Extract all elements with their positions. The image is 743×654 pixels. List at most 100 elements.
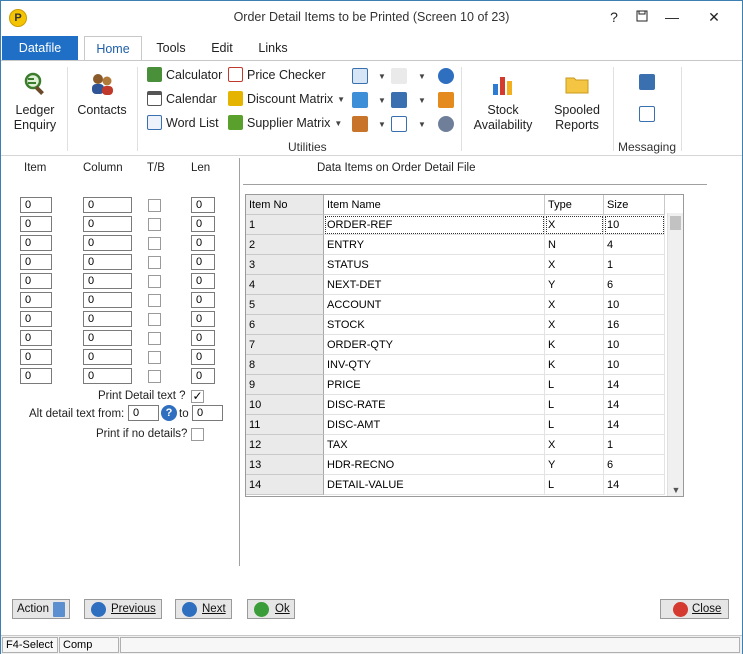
price-checker-button[interactable]: Price Checker (228, 65, 326, 85)
len-input[interactable]: 0 (191, 349, 215, 365)
action-button[interactable]: Action (12, 599, 70, 619)
column-input[interactable]: 0 (83, 368, 132, 384)
table-row[interactable]: 13 HDR-RECNO Y 6 (246, 455, 666, 475)
item-input[interactable]: 0 (20, 292, 52, 308)
grid-cell-item-name[interactable]: ACCOUNT (324, 295, 545, 315)
table-row[interactable]: 14 DETAIL-VALUE L 14 (246, 475, 666, 495)
grid-cell-item-no[interactable]: 10 (246, 395, 324, 415)
grid-cell-type[interactable]: X (545, 215, 604, 235)
tab-datafile[interactable]: Datafile (2, 36, 78, 60)
table-row[interactable]: 12 TAX X 1 (246, 435, 666, 455)
supplier-matrix-button[interactable]: Supplier Matrix ▼ (228, 113, 342, 133)
grid-header-item-name[interactable]: Item Name (324, 195, 545, 215)
tb-checkbox[interactable] (148, 351, 161, 364)
item-input[interactable]: 0 (20, 216, 52, 232)
scrollbar-thumb[interactable] (670, 216, 681, 230)
window-list-icon[interactable] (391, 92, 407, 108)
grid-cell-size[interactable]: 10 (604, 295, 665, 315)
spooled-reports-button[interactable]: Spooled Reports (547, 71, 607, 133)
grid-cell-item-no[interactable]: 3 (246, 255, 324, 275)
calendar-button[interactable]: Calendar (147, 89, 217, 109)
grid-cell-type[interactable]: X (545, 255, 604, 275)
tab-home[interactable]: Home (84, 36, 142, 61)
grid-cell-item-name[interactable]: PRICE (324, 375, 545, 395)
item-input[interactable]: 0 (20, 349, 52, 365)
at-sign-icon[interactable] (438, 92, 454, 108)
table-row[interactable]: 7 ORDER-QTY K 10 (246, 335, 666, 355)
tb-checkbox[interactable] (148, 275, 161, 288)
item-input[interactable]: 0 (20, 197, 52, 213)
grid-cell-item-name[interactable]: ENTRY (324, 235, 545, 255)
help-icon[interactable]: ? (161, 405, 177, 421)
table-row[interactable]: 11 DISC-AMT L 14 (246, 415, 666, 435)
scroll-down-icon[interactable]: ▼ (668, 485, 683, 495)
table-row[interactable]: 5 ACCOUNT X 10 (246, 295, 666, 315)
grid-cell-size[interactable]: 6 (604, 455, 665, 475)
books-icon[interactable] (352, 116, 368, 132)
grid-cell-item-no[interactable]: 7 (246, 335, 324, 355)
grid-cell-size[interactable]: 14 (604, 375, 665, 395)
eraser-icon[interactable] (391, 68, 407, 84)
tab-tools[interactable]: Tools (146, 36, 196, 60)
contacts-button[interactable]: Contacts (73, 71, 131, 118)
help-button[interactable]: ? (599, 5, 629, 29)
column-input[interactable]: 0 (83, 235, 132, 251)
grid-cell-type[interactable]: K (545, 335, 604, 355)
restore-button[interactable] (627, 5, 657, 29)
stock-availability-button[interactable]: Stock Availability (469, 71, 537, 133)
grid-cell-item-no[interactable]: 4 (246, 275, 324, 295)
grid-cell-size[interactable]: 14 (604, 475, 665, 495)
table-row[interactable]: 6 STOCK X 16 (246, 315, 666, 335)
word-list-button[interactable]: Word List (147, 113, 219, 133)
grid-cell-item-name[interactable]: NEXT-DET (324, 275, 545, 295)
len-input[interactable]: 0 (191, 216, 215, 232)
grid-header-item-no[interactable]: Item No (246, 195, 324, 215)
grid-cell-item-no[interactable]: 2 (246, 235, 324, 255)
send-message-icon[interactable] (639, 74, 655, 90)
column-input[interactable]: 0 (83, 349, 132, 365)
table-row[interactable]: 10 DISC-RATE L 14 (246, 395, 666, 415)
tb-checkbox[interactable] (148, 199, 161, 212)
grid-cell-item-no[interactable]: 1 (246, 215, 324, 235)
ok-button[interactable]: Ok (247, 599, 295, 619)
tb-checkbox[interactable] (148, 313, 161, 326)
grid-cell-size[interactable]: 10 (604, 355, 665, 375)
len-input[interactable]: 0 (191, 273, 215, 289)
column-input[interactable]: 0 (83, 216, 132, 232)
column-input[interactable]: 0 (83, 273, 132, 289)
grid-cell-type[interactable]: X (545, 435, 604, 455)
table-row[interactable]: 3 STATUS X 1 (246, 255, 666, 275)
grid-cell-item-no[interactable]: 9 (246, 375, 324, 395)
close-button[interactable]: Close (660, 599, 729, 619)
table-row[interactable]: 1 ORDER-REF X 10 (246, 215, 666, 235)
column-input[interactable]: 0 (83, 292, 132, 308)
alt-detail-to-input[interactable]: 0 (192, 405, 223, 421)
grid-cell-item-no[interactable]: 6 (246, 315, 324, 335)
grid-cell-item-name[interactable]: HDR-RECNO (324, 455, 545, 475)
len-input[interactable]: 0 (191, 292, 215, 308)
grid-cell-item-no[interactable]: 11 (246, 415, 324, 435)
grid-cell-size[interactable]: 10 (604, 215, 665, 235)
tb-checkbox[interactable] (148, 294, 161, 307)
len-input[interactable]: 0 (191, 330, 215, 346)
add-record-icon[interactable] (352, 92, 368, 108)
grid-cell-size[interactable]: 14 (604, 415, 665, 435)
data-items-grid[interactable]: Item No Item Name Type Size 1 ORDER-REF X 1… (245, 194, 684, 497)
item-input[interactable]: 0 (20, 273, 52, 289)
grid-cell-type[interactable]: L (545, 475, 604, 495)
column-input[interactable]: 0 (83, 254, 132, 270)
grid-cell-type[interactable]: Y (545, 455, 604, 475)
print-if-no-details-checkbox[interactable] (191, 428, 204, 441)
column-input[interactable]: 0 (83, 197, 132, 213)
table-row[interactable]: 9 PRICE L 14 (246, 375, 666, 395)
grid-cell-type[interactable]: X (545, 315, 604, 335)
grid-cell-item-name[interactable]: STOCK (324, 315, 545, 335)
alt-detail-from-input[interactable]: 0 (128, 405, 159, 421)
grid-cell-type[interactable]: L (545, 415, 604, 435)
grid-cell-item-no[interactable]: 13 (246, 455, 324, 475)
tb-checkbox[interactable] (148, 218, 161, 231)
item-input[interactable]: 0 (20, 235, 52, 251)
grid-cell-item-name[interactable]: ORDER-REF (324, 215, 545, 235)
previous-button[interactable]: Previous (84, 599, 162, 619)
grid-cell-size[interactable]: 1 (604, 255, 665, 275)
